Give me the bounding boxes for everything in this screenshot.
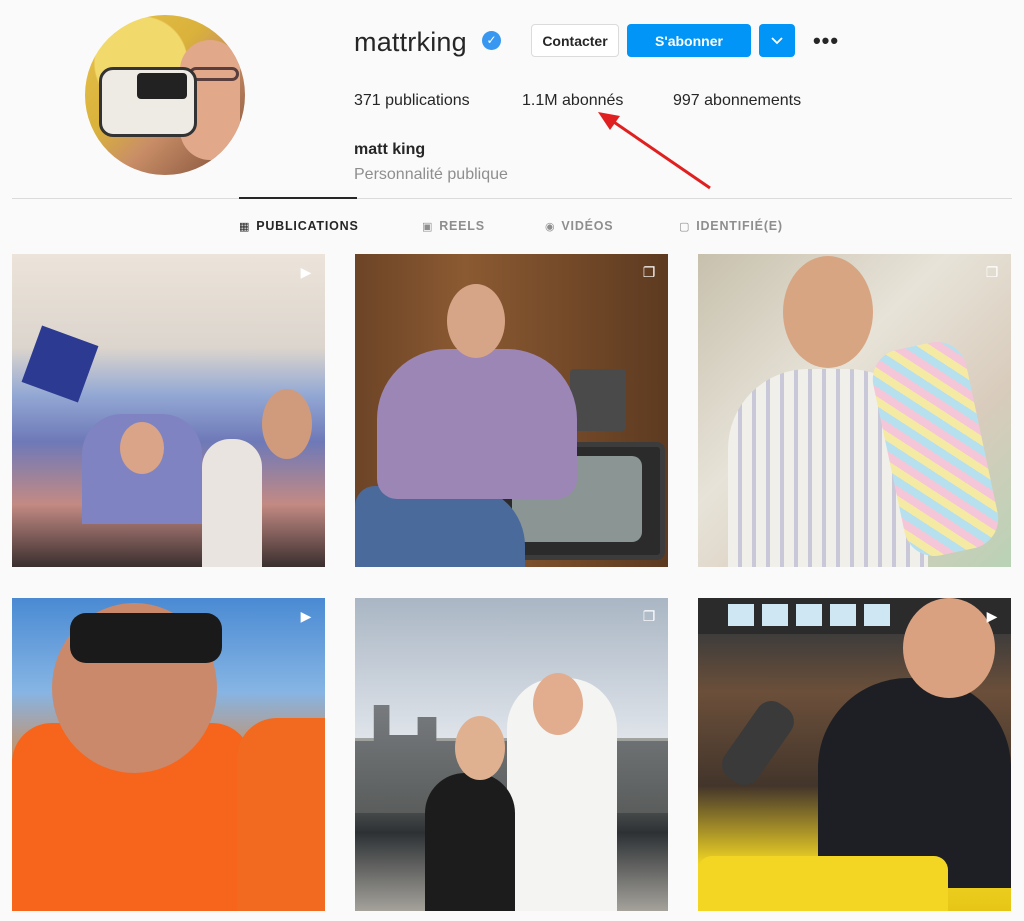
- tab-publications[interactable]: ▦ PUBLICATIONS: [239, 218, 359, 234]
- post-person: [202, 439, 262, 567]
- profile-avatar[interactable]: [85, 15, 245, 175]
- profile-username: mattrking: [354, 27, 467, 57]
- grid-icon: ▦: [239, 220, 251, 233]
- post-person: [377, 349, 577, 499]
- camera-lens: [137, 73, 187, 99]
- post-person: [425, 773, 515, 911]
- post-sign-letters: [728, 604, 898, 626]
- carousel-icon: ❐: [642, 608, 656, 624]
- post-life-vest: [237, 718, 325, 911]
- active-tab-indicator: [239, 197, 357, 199]
- tab-tagged[interactable]: ▢ IDENTIFIÉ(E): [679, 218, 783, 234]
- avatar-camera: [99, 67, 197, 137]
- posts-count: 371 publications: [354, 92, 470, 109]
- profile-category: Personnalité publique: [354, 166, 508, 183]
- profile-full-name: matt king: [354, 141, 426, 158]
- post-person-head: [783, 256, 873, 368]
- post-art-shape: [21, 325, 99, 403]
- post-person-head: [262, 389, 312, 459]
- post-person-head: [447, 284, 505, 358]
- carousel-icon: ❐: [642, 264, 656, 280]
- post-person-head: [455, 716, 505, 780]
- post-microphone: [715, 694, 801, 792]
- post-thumbnail[interactable]: ❐: [355, 598, 668, 911]
- post-small-tv: [570, 369, 626, 431]
- contact-button[interactable]: Contacter: [531, 24, 619, 57]
- tab-label: IDENTIFIÉ(E): [696, 219, 783, 233]
- follow-button[interactable]: S'abonner: [627, 24, 751, 57]
- reels-icon: ▣: [422, 220, 434, 233]
- more-options-button[interactable]: •••: [809, 24, 843, 57]
- post-table: [698, 856, 948, 911]
- post-person-head: [903, 598, 995, 698]
- annotation-arrow: [598, 112, 711, 190]
- carousel-icon: ❐: [985, 264, 999, 280]
- tab-label: PUBLICATIONS: [256, 219, 359, 233]
- tab-label: VIDÉOS: [561, 219, 614, 233]
- verified-badge-icon: ✓: [482, 31, 501, 50]
- post-thumbnail[interactable]: ▶: [698, 598, 1011, 911]
- post-thumbnail[interactable]: ❐: [698, 254, 1011, 567]
- post-person-head: [120, 422, 164, 474]
- chevron-down-icon: [771, 34, 783, 48]
- video-icon: ◉: [545, 220, 556, 233]
- tab-videos[interactable]: ◉ VIDÉOS: [545, 218, 613, 234]
- post-thumbnail[interactable]: ▶: [12, 254, 325, 567]
- post-thumbnail[interactable]: ❐: [355, 254, 668, 567]
- tab-label: REELS: [439, 219, 485, 233]
- tab-reels[interactable]: ▣ REELS: [422, 218, 485, 234]
- reel-icon: ▶: [300, 608, 312, 624]
- post-sunglasses: [70, 613, 222, 663]
- follow-options-button[interactable]: [759, 24, 795, 57]
- reel-icon: ▶: [986, 608, 998, 624]
- reel-icon: ▶: [300, 264, 312, 280]
- tagged-icon: ▢: [679, 220, 691, 233]
- post-person-head: [533, 673, 583, 735]
- tabs-divider: [12, 198, 1012, 199]
- post-thumbnail[interactable]: ▶: [12, 598, 325, 911]
